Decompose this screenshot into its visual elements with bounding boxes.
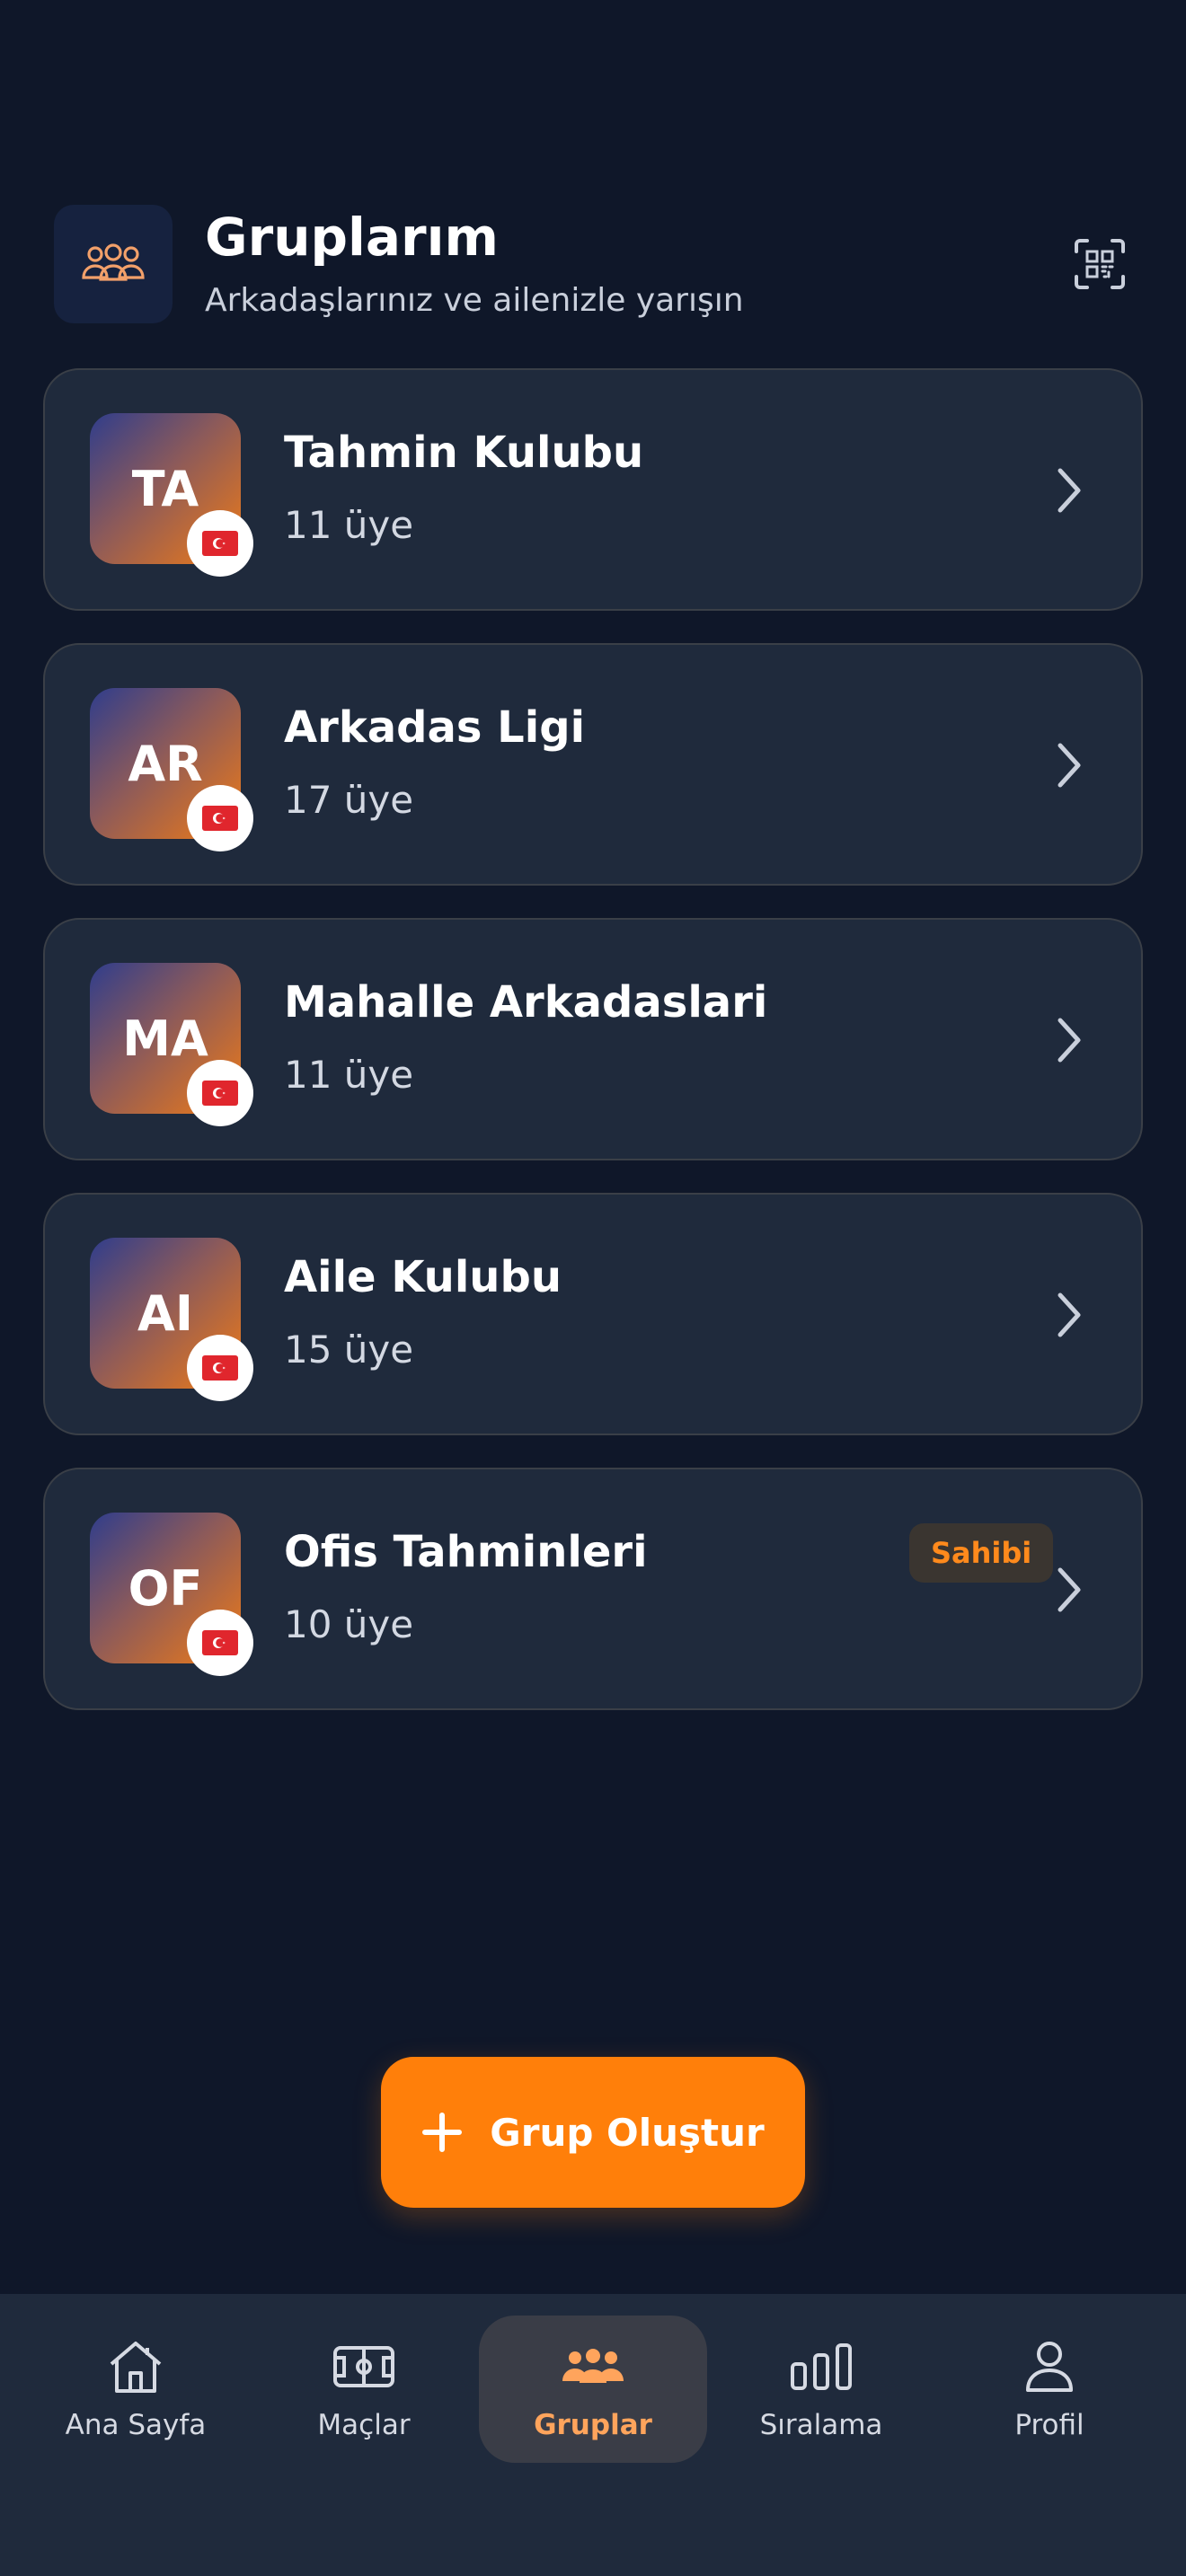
nav-label: Maçlar xyxy=(317,2409,411,2441)
chevron-right-icon xyxy=(1058,1292,1081,1337)
group-member-count: 11 üye xyxy=(284,503,414,547)
pitch-icon xyxy=(333,2346,394,2387)
flag-badge xyxy=(187,785,253,851)
group-name: Arkadas Ligi xyxy=(284,702,586,753)
home-icon xyxy=(110,2342,162,2393)
bottom-navigation: Ana Sayfa Maçlar Gruplar Sıralama Profil xyxy=(0,2294,1186,2576)
page-header: Gruplarım Arkadaşlarınız ve ailenizle ya… xyxy=(54,205,1132,323)
users-icon xyxy=(82,243,145,281)
group-name: Aile Kulubu xyxy=(284,1252,562,1302)
create-group-label: Grup Oluştur xyxy=(490,2110,765,2155)
users-icon xyxy=(562,2349,624,2383)
groups-screen: Gruplarım Arkadaşlarınız ve ailenizle ya… xyxy=(0,0,1186,2576)
plus-icon xyxy=(422,2113,463,2152)
chevron-right-icon xyxy=(1058,1567,1081,1612)
group-card[interactable]: OF Ofis Tahminleri 10 üye Sahibi xyxy=(43,1468,1143,1710)
group-name: Ofis Tahminleri xyxy=(284,1527,648,1577)
nav-label: Sıralama xyxy=(759,2409,883,2441)
group-member-count: 15 üye xyxy=(284,1328,414,1372)
qr-scan-button[interactable] xyxy=(1067,232,1132,296)
turkey-flag-icon xyxy=(202,1081,238,1106)
chevron-right-icon xyxy=(1058,468,1081,513)
flag-badge xyxy=(187,1335,253,1401)
group-name: Tahmin Kulubu xyxy=(284,428,644,478)
group-card[interactable]: MA Mahalle Arkadaslari 11 üye xyxy=(43,918,1143,1160)
nav-item-rankings[interactable]: Sıralama xyxy=(707,2316,935,2463)
group-list: TA Tahmin Kulubu 11 üye AR Arkadas Ligi … xyxy=(43,368,1143,1742)
nav-item-groups[interactable]: Gruplar xyxy=(479,2316,707,2463)
bar-chart-icon xyxy=(791,2343,852,2390)
header-icon-box xyxy=(54,205,173,323)
group-card[interactable]: TA Tahmin Kulubu 11 üye xyxy=(43,368,1143,611)
flag-badge xyxy=(187,1060,253,1126)
flag-badge xyxy=(187,1610,253,1676)
turkey-flag-icon xyxy=(202,1355,238,1381)
page-title: Gruplarım xyxy=(205,207,499,268)
group-name: Mahalle Arkadaslari xyxy=(284,977,768,1028)
nav-label: Gruplar xyxy=(534,2409,652,2441)
nav-label: Profil xyxy=(1014,2409,1084,2441)
owner-badge: Sahibi xyxy=(909,1523,1054,1583)
group-member-count: 10 üye xyxy=(284,1602,414,1646)
nav-item-profile[interactable]: Profil xyxy=(935,2316,1164,2463)
group-member-count: 11 üye xyxy=(284,1053,414,1097)
flag-badge xyxy=(187,510,253,577)
group-member-count: 17 üye xyxy=(284,778,414,822)
chevron-right-icon xyxy=(1058,1018,1081,1063)
create-group-button[interactable]: Grup Oluştur xyxy=(381,2057,805,2208)
chevron-right-icon xyxy=(1058,743,1081,788)
group-card[interactable]: AR Arkadas Ligi 17 üye xyxy=(43,643,1143,886)
nav-label: Ana Sayfa xyxy=(65,2409,207,2441)
turkey-flag-icon xyxy=(202,1630,238,1655)
page-subtitle: Arkadaşlarınız ve ailenizle yarışın xyxy=(205,282,744,319)
turkey-flag-icon xyxy=(202,531,238,556)
nav-item-matches[interactable]: Maçlar xyxy=(250,2316,478,2463)
qr-code-icon xyxy=(1075,239,1125,289)
nav-item-home[interactable]: Ana Sayfa xyxy=(22,2316,250,2463)
user-icon xyxy=(1026,2342,1073,2392)
group-card[interactable]: AI Aile Kulubu 15 üye xyxy=(43,1193,1143,1435)
turkey-flag-icon xyxy=(202,806,238,831)
